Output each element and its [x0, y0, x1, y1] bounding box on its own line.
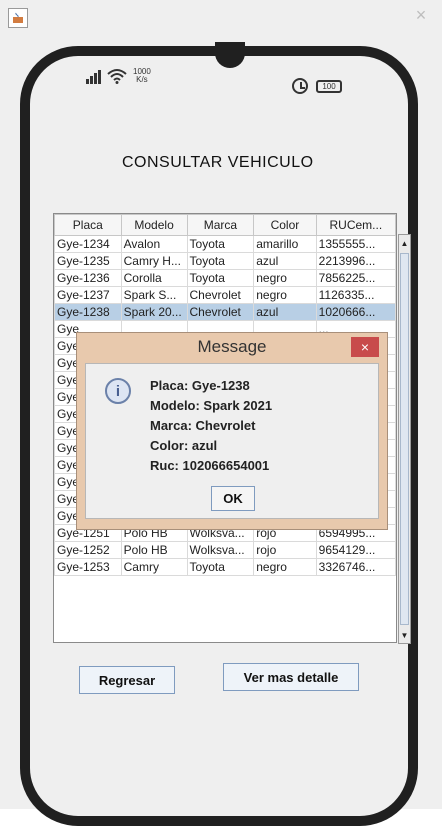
table-cell[interactable]: Toyota [186, 558, 255, 576]
table-cell[interactable]: Gye-1236 [54, 269, 122, 287]
table-cell[interactable]: 1355555... [315, 235, 396, 253]
table-row[interactable]: Gye-1253 Camry Toyota negro 3326746... [54, 558, 396, 576]
java-app-icon [8, 8, 28, 28]
table-cell[interactable]: Spark S... [120, 286, 188, 304]
dialog-line-marca: Marca: Chevrolet [150, 418, 256, 433]
column-header[interactable]: Modelo [120, 214, 188, 236]
table-cell[interactable]: 3326746... [315, 558, 396, 576]
table-cell[interactable]: Avalon [120, 235, 188, 253]
table-cell[interactable]: Camry [120, 558, 188, 576]
table-cell[interactable]: Toyota [186, 269, 255, 287]
dialog-line-modelo: Modelo: Spark 2021 [150, 398, 273, 413]
table-cell[interactable]: Polo HB [120, 541, 188, 559]
view-details-button[interactable]: Ver mas detalle [223, 663, 359, 691]
table-cell[interactable]: Spark 20... [120, 303, 188, 321]
table-row[interactable]: Gye-1252 Polo HB Wolksva... rojo 9654129... [54, 541, 396, 559]
table-cell[interactable]: Chevrolet [186, 303, 255, 321]
dialog-line-placa: Placa: Gye-1238 [150, 378, 250, 393]
table-cell[interactable]: Gye-1238 [54, 303, 122, 321]
column-header[interactable]: Placa [54, 214, 122, 236]
network-speed: 1000 K/s [133, 68, 151, 84]
back-button[interactable]: Regresar [79, 666, 175, 694]
ok-button[interactable]: OK [211, 486, 255, 511]
table-cell[interactable]: Camry H... [120, 252, 188, 270]
column-header[interactable]: Marca [186, 214, 255, 236]
table-cell[interactable]: Gye-1237 [54, 286, 122, 304]
table-scrollbar[interactable]: ▲ ▼ [398, 234, 411, 644]
table-cell[interactable]: rojo [253, 541, 317, 559]
table-cell[interactable]: 1020666... [315, 303, 396, 321]
table-cell[interactable]: negro [253, 286, 317, 304]
dialog-title: Message [197, 337, 267, 356]
dialog-message: Placa: Gye-1238 Modelo: Spark 2021 Marca… [150, 376, 272, 476]
page-title: CONSULTAR VEHICULO [122, 154, 314, 171]
window-close-button[interactable]: × [400, 0, 442, 30]
dialog-line-ruc: Ruc: 102066654001 [150, 458, 270, 473]
table-cell[interactable]: Toyota [186, 235, 255, 253]
dialog-line-color: Color: azul [150, 438, 218, 453]
table-cell[interactable]: Gye-1252 [54, 541, 122, 559]
wifi-icon [107, 69, 127, 84]
table-cell[interactable]: Toyota [186, 252, 255, 270]
table-cell[interactable]: negro [253, 269, 317, 287]
column-header[interactable]: RUCem... [315, 214, 396, 236]
column-header[interactable]: Color [253, 214, 317, 236]
scroll-down-arrow-icon[interactable]: ▼ [399, 627, 410, 643]
table-cell[interactable]: azul [253, 252, 317, 270]
status-bar-right: 100 [292, 78, 342, 94]
table-header-row: Placa Modelo Marca Color RUCem... [54, 214, 396, 236]
table-cell[interactable]: Gye-1234 [54, 235, 122, 253]
app-window: × 1000 K/s 100 CONSULTAR VEHICULO Placa M… [0, 0, 442, 826]
table-row[interactable]: Gye-1237 Spark S... Chevrolet negro 1126335.… [54, 286, 396, 304]
alarm-icon [292, 78, 308, 94]
table-cell[interactable]: azul [253, 303, 317, 321]
table-cell[interactable]: 9654129... [315, 541, 396, 559]
table-cell[interactable]: negro [253, 558, 317, 576]
table-row[interactable]: Gye-1238 Spark 20... Chevrolet azul 1020666.… [54, 303, 396, 321]
table-cell[interactable]: 2213996... [315, 252, 396, 270]
signal-icon [86, 70, 101, 84]
table-cell[interactable]: Wolksva... [186, 541, 255, 559]
table-row[interactable]: Gye-1235 Camry H... Toyota azul 2213996... [54, 252, 396, 270]
table-cell[interactable]: Gye-1235 [54, 252, 122, 270]
dialog-close-button[interactable]: × [351, 337, 379, 357]
network-speed-unit: K/s [136, 75, 148, 84]
dialog-body: i Placa: Gye-1238 Modelo: Spark 2021 Mar… [85, 363, 379, 519]
scroll-thumb[interactable] [400, 253, 409, 625]
table-cell[interactable]: Chevrolet [186, 286, 255, 304]
table-cell[interactable]: 7856225... [315, 269, 396, 287]
table-row[interactable]: Gye-1234 Avalon Toyota amarillo 1355555... [54, 235, 396, 253]
table-cell[interactable]: Corolla [120, 269, 188, 287]
scroll-up-arrow-icon[interactable]: ▲ [399, 235, 410, 251]
table-row[interactable]: Gye-1236 Corolla Toyota negro 7856225... [54, 269, 396, 287]
table-cell[interactable]: amarillo [253, 235, 317, 253]
status-bar-left: 1000 K/s [86, 68, 151, 84]
message-dialog: Message × i Placa: Gye-1238 Modelo: Spar… [76, 332, 388, 530]
battery-indicator: 100 [316, 79, 342, 93]
table-cell[interactable]: Gye-1253 [54, 558, 122, 576]
table-cell[interactable]: 1126335... [315, 286, 396, 304]
info-icon: i [105, 378, 131, 404]
